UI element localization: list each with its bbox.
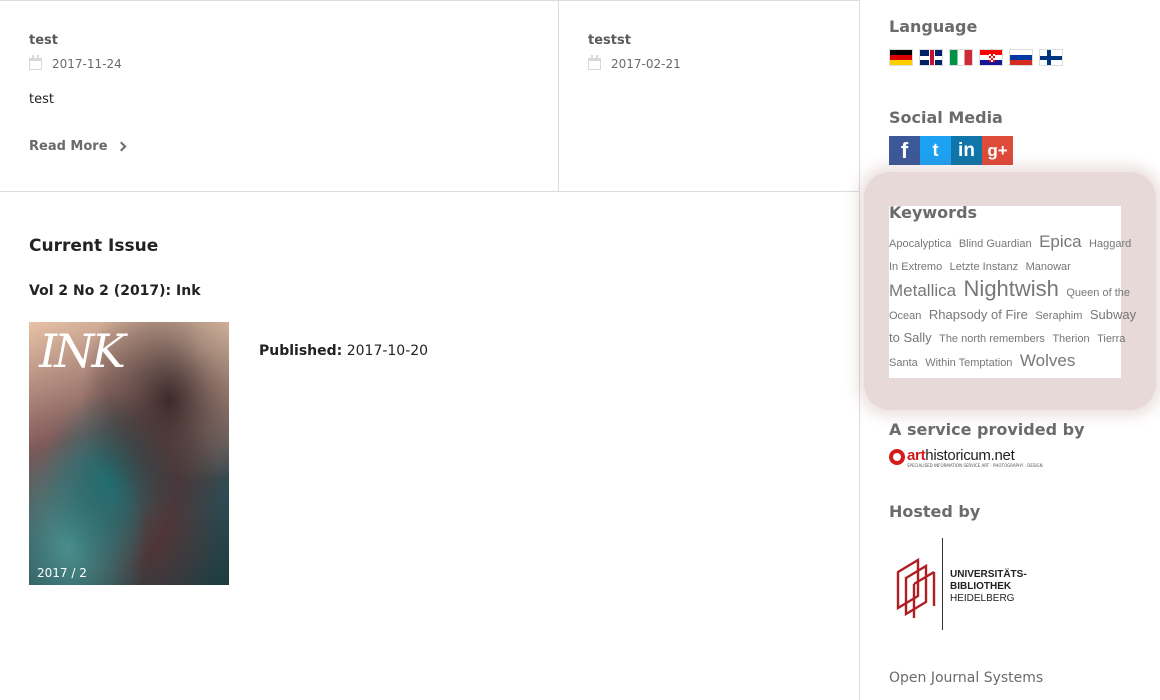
flag-croatian-icon[interactable] [979,49,1003,66]
keyword-tag[interactable]: Epica [1039,232,1082,251]
calendar-icon [29,55,42,70]
language-heading: Language [889,17,978,36]
twitter-icon[interactable]: t [920,136,951,165]
read-more-label: Read More [29,139,108,154]
news-date-text: 2017-02-21 [611,57,681,71]
arthistoricum-subtitle: SPECIALISED INFORMATION SERVICE ART · PH… [907,463,1043,468]
published-label: Published: [259,343,343,359]
ub-logo-text: UNIVERSITÄTS- BIBLIOTHEK HEIDELBERG [950,569,1027,604]
calendar-icon [588,55,601,70]
chevron-right-icon [116,141,126,152]
flag-russian-icon[interactable] [1009,49,1033,66]
language-flags [889,49,1063,66]
keyword-tag[interactable]: Blind Guardian [959,238,1032,250]
issue-cover-image[interactable]: INK 2017 / 2 [29,322,229,585]
news-date-text: 2017-11-24 [52,57,122,71]
read-more-link[interactable]: Read More [29,139,126,154]
keyword-tag[interactable]: Metallica [889,281,956,300]
news-date: 2017-02-21 [588,55,681,71]
keyword-tag[interactable]: Rhapsody of Fire [929,307,1028,322]
published-date: 2017-10-20 [346,343,429,359]
cover-logo: INK [39,324,126,378]
arthistoricum-wordmark: arthistoricum.net [907,447,1015,464]
keyword-cloud: Apocalyptica Blind Guardian Epica Haggar… [889,231,1139,374]
issue-title-link[interactable]: Vol 2 No 2 (2017): Ink [29,283,201,299]
arthistoricum-icon [889,449,905,465]
keyword-tag[interactable]: Apocalyptica [889,238,951,250]
keywords-heading: Keywords [889,203,978,222]
flag-german-icon[interactable] [889,49,913,66]
published-info: Published: 2017-10-20 [259,343,428,359]
sidebar: Language Social Media f t in g+ Keywords… [859,0,1160,700]
cover-caption: 2017 / 2 [37,566,87,580]
ojs-link[interactable]: Open Journal Systems [889,670,1043,686]
keyword-tag[interactable]: Haggard [1089,238,1131,250]
keyword-tag[interactable]: In Extremo [889,261,942,273]
ub-heidelberg-logo[interactable]: UNIVERSITÄTS- BIBLIOTHEK HEIDELBERG [896,538,1046,632]
news-title[interactable]: testst [588,33,631,48]
keyword-tag[interactable]: Letzte Instanz [950,261,1019,273]
keyword-tag[interactable]: Within Temptation [925,357,1012,369]
news-title[interactable]: test [29,33,58,48]
hosted-heading: Hosted by [889,502,981,521]
facebook-icon[interactable]: f [889,136,920,165]
news-list: test 2017-11-24 test Read More testst 20… [0,0,860,192]
keyword-tag[interactable]: Therion [1052,333,1089,345]
news-summary: test [29,92,54,107]
keyword-tag[interactable]: Wolves [1020,351,1075,370]
books-icon [896,557,936,618]
linkedin-icon[interactable]: in [951,136,982,165]
social-media-heading: Social Media [889,108,1003,127]
service-heading: A service provided by [889,420,1085,439]
social-links: f t in g+ [889,136,1013,165]
logo-divider [942,538,943,630]
news-date: 2017-11-24 [29,55,122,71]
flag-finnish-icon[interactable] [1039,49,1063,66]
google-plus-icon[interactable]: g+ [982,136,1013,165]
keyword-tag[interactable]: Manowar [1026,261,1071,273]
arthistoricum-logo[interactable]: arthistoricum.net SPECIALISED INFORMATIO… [889,447,1043,468]
keyword-tag[interactable]: Nightwish [964,276,1059,301]
keyword-tag[interactable]: Seraphim [1035,310,1082,322]
main-content: test 2017-11-24 test Read More testst 20… [0,0,860,700]
current-issue-heading: Current Issue [29,236,159,256]
news-divider [558,1,559,192]
keyword-tag[interactable]: The north remembers [939,333,1045,345]
flag-italian-icon[interactable] [949,49,973,66]
flag-english-icon[interactable] [919,49,943,66]
